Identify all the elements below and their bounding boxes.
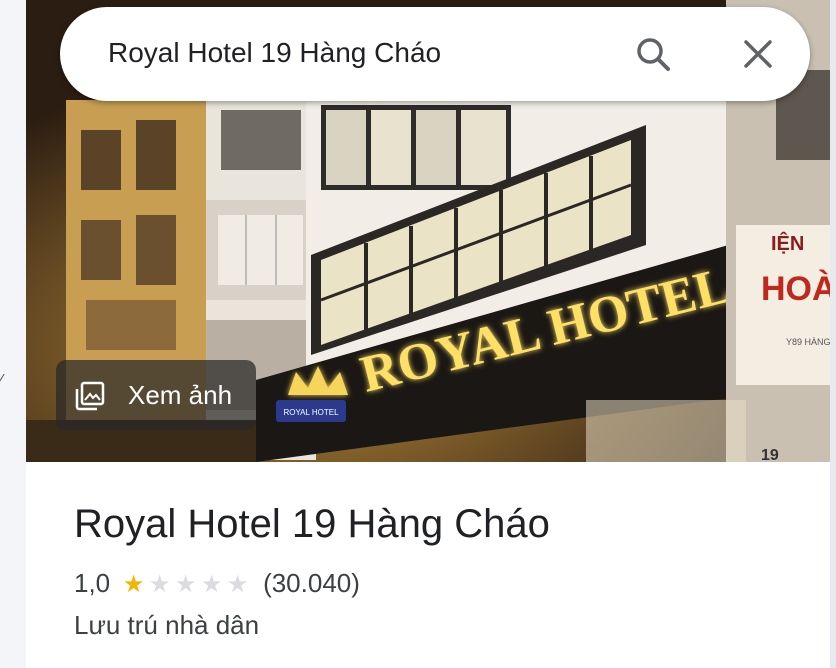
place-info-panel: Royal Hotel 19 Hàng Cháo 1,0 ★ ★ ★ ★ ★ (30.0…	[26, 462, 830, 668]
search-bar[interactable]: Royal Hotel 19 Hàng Cháo	[60, 7, 810, 101]
left-edge-strip: ⁄	[0, 0, 26, 668]
clear-search-button[interactable]	[738, 34, 778, 74]
map-place-screen: ⁄ ROYAL HOTEL ROYAL HOTEL IỆN HOÀ Y89 HÀ…	[0, 0, 836, 668]
star-empty-icon: ★	[226, 569, 249, 598]
place-card: ROYAL HOTEL ROYAL HOTEL IỆN HOÀ Y89 HÀNG…	[26, 0, 830, 668]
star-empty-icon: ★	[148, 569, 171, 598]
review-count-link[interactable]: (30.040)	[263, 568, 360, 598]
side-sign-small: Y89 HÀNG	[786, 337, 830, 347]
rating-row[interactable]: 1,0 ★ ★ ★ ★ ★ (30.040)	[74, 568, 360, 602]
rating-stars: ★ ★ ★ ★ ★	[121, 570, 251, 598]
search-query-text[interactable]: Royal Hotel 19 Hàng Cháo	[108, 37, 441, 69]
place-title: Royal Hotel 19 Hàng Cháo	[74, 502, 550, 546]
rating-value: 1,0	[74, 568, 111, 598]
place-category: Lưu trú nhà dân	[74, 610, 260, 640]
right-edge-strip	[830, 0, 836, 668]
search-icon	[637, 38, 670, 71]
small-logo-text: ROYAL HOTEL	[283, 408, 339, 417]
star-empty-icon: ★	[174, 569, 197, 598]
photo-library-icon	[75, 381, 105, 411]
star-empty-icon: ★	[200, 569, 223, 598]
side-sign-text: HOÀ	[761, 270, 830, 308]
star-filled-icon: ★	[122, 569, 145, 598]
view-photos-label: Xem ảnh	[128, 380, 233, 410]
address-number: 19	[761, 447, 779, 462]
place-photo[interactable]: ROYAL HOTEL ROYAL HOTEL IỆN HOÀ Y89 HÀNG…	[26, 0, 830, 462]
close-icon	[744, 40, 772, 68]
view-photos-button[interactable]: Xem ảnh	[56, 360, 256, 430]
search-button[interactable]	[633, 34, 673, 74]
edge-mark: ⁄	[0, 372, 3, 389]
side-sign-top: IỆN	[771, 231, 804, 255]
